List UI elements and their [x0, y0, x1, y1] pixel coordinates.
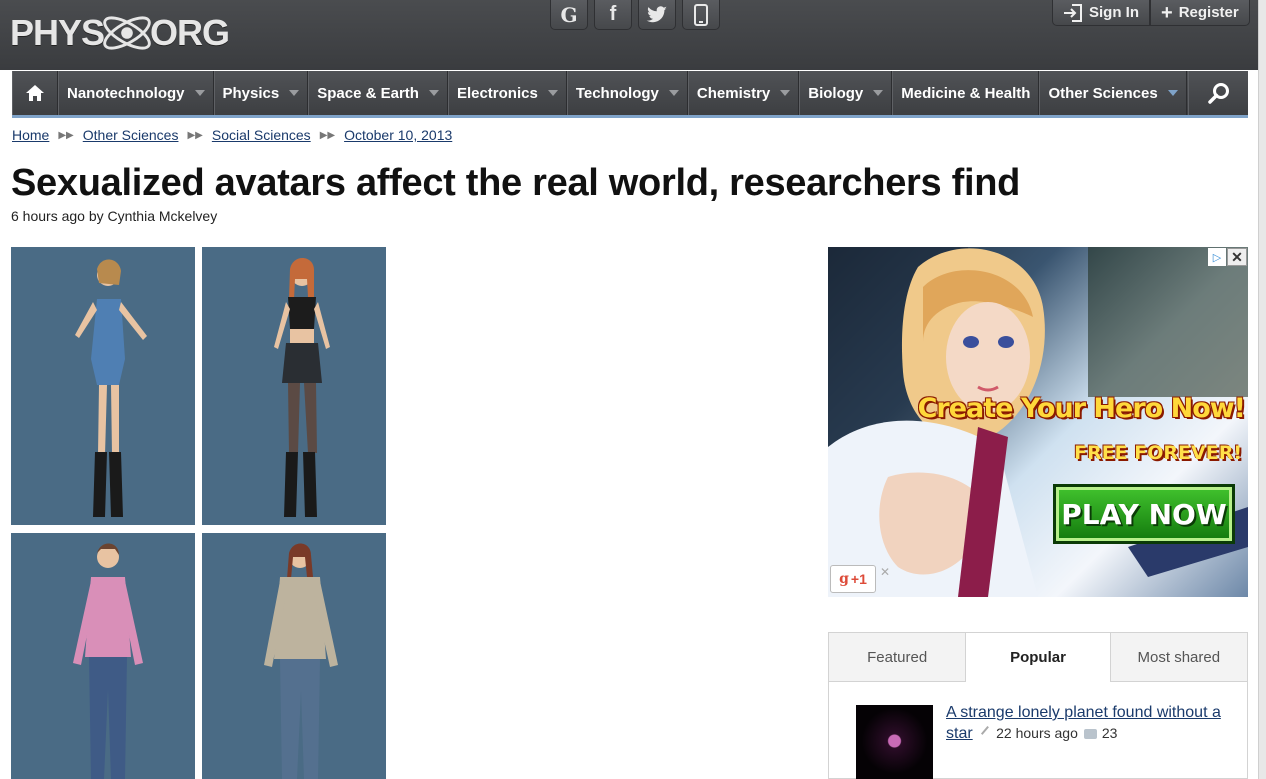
register-button[interactable]: + Register [1150, 0, 1250, 26]
ad-close-button[interactable]: ✕ [1227, 248, 1247, 266]
breadcrumb: Home ▶▶ Other Sciences ▶▶ Social Science… [12, 127, 452, 143]
nav-label: Nanotechnology [67, 84, 185, 102]
register-label: Register [1178, 4, 1239, 21]
story-text: A strange lonely planet found without a … [946, 702, 1226, 744]
chevron-down-icon [873, 90, 884, 96]
chevron-down-icon [428, 90, 439, 96]
nav-label: Space & Earth [317, 84, 419, 102]
breadcrumb-other-sciences[interactable]: Other Sciences [83, 127, 179, 143]
story-comment-count: 23 [1101, 725, 1118, 741]
sign-in-label: Sign In [1089, 4, 1139, 21]
breadcrumb-date[interactable]: October 10, 2013 [344, 127, 452, 143]
search-icon [1207, 83, 1229, 104]
site-header: PHYS ORG G f Sign In + Register [0, 0, 1258, 70]
pencil-icon [981, 725, 996, 741]
article-byline: 6 hours ago by Cynthia Mckelvey [11, 208, 218, 224]
plus-icon: + [1161, 1, 1173, 24]
story-thumbnail[interactable] [856, 705, 933, 779]
chevron-down-icon [194, 90, 205, 96]
chevron-right-icon: ▶▶ [319, 129, 336, 141]
chevron-down-icon [547, 90, 558, 96]
tab-most-shared[interactable]: Most shared [1109, 633, 1247, 682]
nav-label: Electronics [456, 84, 538, 102]
avatar-image-jacket-grey [202, 533, 386, 779]
avatar-image-dress [11, 247, 195, 525]
stories-tabs: Featured Popular Most shared [829, 633, 1247, 682]
facebook-button[interactable]: f [594, 0, 632, 30]
avatar-image-jacket-pink [11, 533, 195, 779]
nav-search[interactable] [1188, 71, 1248, 115]
tab-featured[interactable]: Featured [829, 633, 967, 682]
ad-play-now-button[interactable]: PLAY NOW [1056, 487, 1232, 541]
mobile-button[interactable] [682, 0, 720, 30]
chevron-right-icon: ▶▶ [58, 129, 74, 141]
main-nav: Nanotechnology Physics Space & Earth Ele… [12, 71, 1248, 118]
google-plus-button[interactable]: G [550, 0, 588, 30]
advertisement[interactable]: ▷ ✕ Create Your Hero Now! FREE FOREVER! … [828, 247, 1248, 597]
window-scrollbar[interactable] [1258, 0, 1266, 779]
twitter-button[interactable] [638, 0, 676, 30]
nav-medicine-health[interactable]: Medicine & Health [892, 71, 1040, 115]
nav-chemistry[interactable]: Chemistry [687, 71, 800, 115]
atom-icon [103, 16, 151, 50]
google-icon: g [839, 571, 849, 587]
auth-buttons: Sign In + Register [1052, 0, 1250, 26]
article-title: Sexualized avatars affect the real world… [11, 162, 1021, 204]
twitter-icon [646, 5, 667, 22]
nav-label: Medicine & Health [901, 84, 1031, 102]
nav-label: Other Sciences [1048, 84, 1158, 102]
story-meta: 22 hours ago 23 [977, 725, 1117, 741]
site-logo[interactable]: PHYS ORG [10, 8, 230, 58]
mobile-icon [694, 3, 708, 26]
chevron-down-icon [668, 90, 679, 96]
logo-text-right: ORG [150, 12, 230, 53]
sign-in-button[interactable]: Sign In [1052, 0, 1150, 26]
article-image[interactable] [11, 247, 386, 779]
ad-subline: FREE FOREVER! [1074, 442, 1242, 464]
stories-widget: Featured Popular Most shared A strange l… [828, 632, 1248, 779]
nav-physics[interactable]: Physics [213, 71, 309, 115]
breadcrumb-social-sciences[interactable]: Social Sciences [212, 127, 311, 143]
avatar-image-skirt [202, 247, 386, 525]
nav-biology[interactable]: Biology [799, 71, 893, 115]
chevron-right-icon: ▶▶ [187, 129, 203, 141]
chevron-down-icon [1167, 90, 1178, 96]
nav-other-sciences[interactable]: Other Sciences [1039, 71, 1187, 115]
home-icon [26, 85, 44, 101]
close-icon[interactable]: ✕ [880, 565, 890, 579]
nav-label: Biology [808, 84, 864, 102]
chevron-down-icon [289, 90, 300, 96]
plus-one-label: +1 [850, 571, 867, 587]
logo-text-left: PHYS [10, 12, 105, 53]
chevron-down-icon [780, 90, 791, 96]
nav-home[interactable] [12, 71, 58, 115]
nav-nanotechnology[interactable]: Nanotechnology [58, 71, 214, 115]
comment-icon [1083, 729, 1097, 739]
ad-headline: Create Your Hero Now! [917, 393, 1246, 424]
tab-popular[interactable]: Popular [966, 633, 1110, 682]
sign-in-icon [1064, 3, 1082, 22]
nav-label: Technology [575, 84, 659, 102]
breadcrumb-home[interactable]: Home [12, 127, 49, 143]
nav-space-earth[interactable]: Space & Earth [308, 71, 448, 115]
story-time: 22 hours ago [996, 725, 1078, 741]
google-plus-icon: G [560, 2, 578, 27]
nav-technology[interactable]: Technology [566, 71, 688, 115]
nav-label: Chemistry [696, 84, 771, 102]
facebook-icon: f [609, 3, 617, 25]
social-links: G f [550, 0, 720, 30]
nav-label: Physics [222, 84, 280, 102]
ad-choices-icon[interactable]: ▷ [1208, 248, 1226, 266]
google-plus-one-button[interactable]: g +1 [830, 565, 876, 593]
nav-electronics[interactable]: Electronics [447, 71, 567, 115]
